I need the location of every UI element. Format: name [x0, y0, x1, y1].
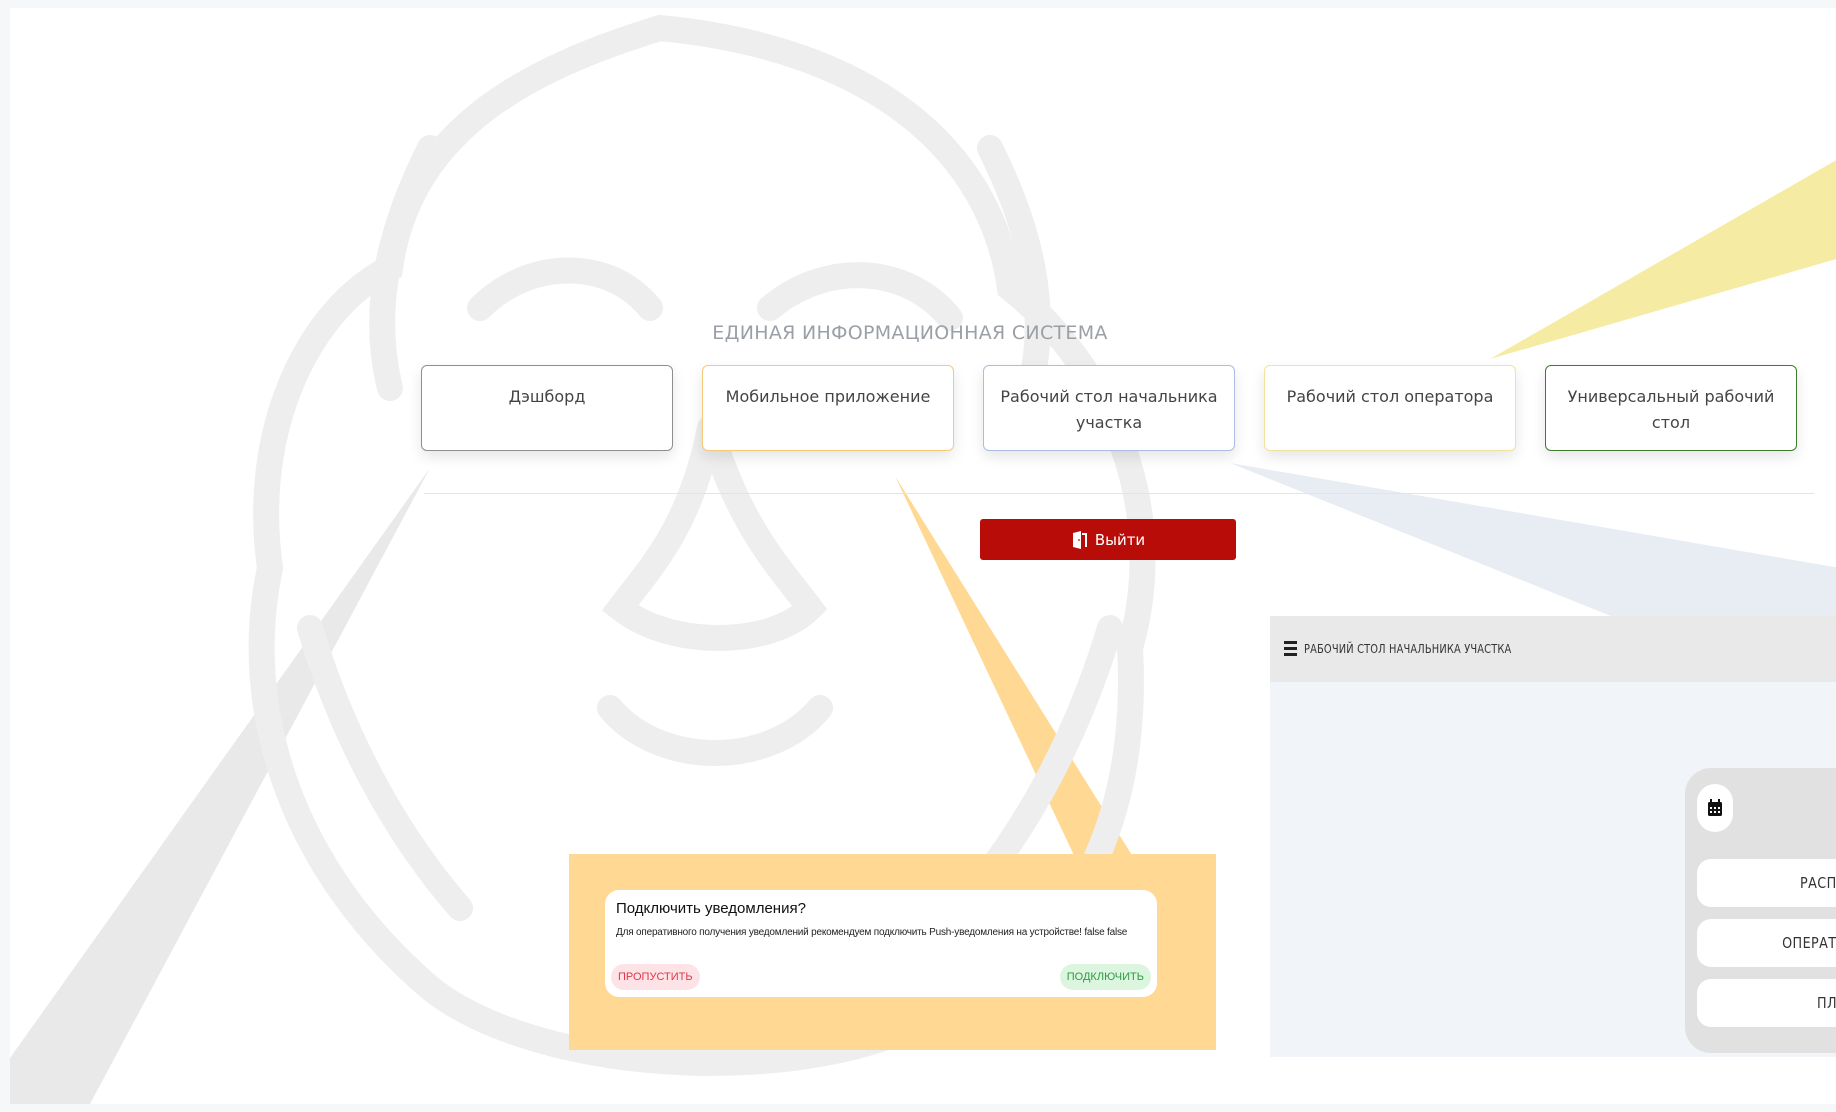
- calendar-icon[interactable]: [1697, 784, 1733, 832]
- preview-menu-panel: РАСПИСАНИ ОПЕРАТИВНОЕ ПЛАНИРО: [1685, 768, 1836, 1053]
- door-exit-icon: [1072, 530, 1087, 549]
- notification-popup-frame: Подключить уведомления? Для оперативного…: [569, 854, 1216, 1050]
- skip-button[interactable]: ПРОПУСТИТЬ: [611, 964, 700, 990]
- card-mobile-app[interactable]: Мобильное приложение: [702, 365, 954, 451]
- card-operator-desktop[interactable]: Рабочий стол оператора: [1264, 365, 1516, 451]
- logout-label: Выйти: [1094, 530, 1146, 549]
- logout-button[interactable]: Выйти: [980, 519, 1236, 560]
- planning-button[interactable]: ПЛАНИРО: [1697, 979, 1836, 1027]
- preview-title: РАБОЧИЙ СТОЛ НАЧАЛЬНИКА УЧАСТКА: [1304, 642, 1512, 656]
- page-root: ЕДИНАЯ ИНФОРМАЦИОННАЯ СИСТЕМА Дэшборд Мо…: [10, 8, 1836, 1104]
- card-universal-desktop[interactable]: Универсальный рабочий стол: [1545, 365, 1797, 451]
- operational-button[interactable]: ОПЕРАТИВНОЕ: [1697, 919, 1836, 967]
- preview-header: РАБОЧИЙ СТОЛ НАЧАЛЬНИКА УЧАСТКА: [1270, 616, 1836, 682]
- operational-label: ОПЕРАТИВНОЕ: [1782, 934, 1836, 952]
- divider: [424, 493, 1814, 494]
- hamburger-menu-icon[interactable]: [1284, 641, 1297, 657]
- notification-dialog: Подключить уведомления? Для оперативного…: [605, 890, 1157, 997]
- notification-title: Подключить уведомления?: [616, 900, 806, 917]
- planning-label: ПЛАНИРО: [1817, 994, 1836, 1012]
- notification-text: Для оперативного получения уведомлений р…: [616, 927, 1128, 938]
- schedule-label: РАСПИСАНИ: [1799, 874, 1836, 892]
- card-site-manager-desktop[interactable]: Рабочий стол начальника участка: [983, 365, 1235, 451]
- site-manager-preview: РАБОЧИЙ СТОЛ НАЧАЛЬНИКА УЧАСТКА РАСПИСАН…: [1270, 616, 1836, 1057]
- system-title: ЕДИНАЯ ИНФОРМАЦИОННАЯ СИСТЕМА: [712, 322, 1108, 344]
- connect-button[interactable]: ПОДКЛЮЧИТЬ: [1059, 964, 1151, 990]
- schedule-button[interactable]: РАСПИСАНИ: [1697, 859, 1836, 907]
- card-dashboard[interactable]: Дэшборд: [421, 365, 673, 451]
